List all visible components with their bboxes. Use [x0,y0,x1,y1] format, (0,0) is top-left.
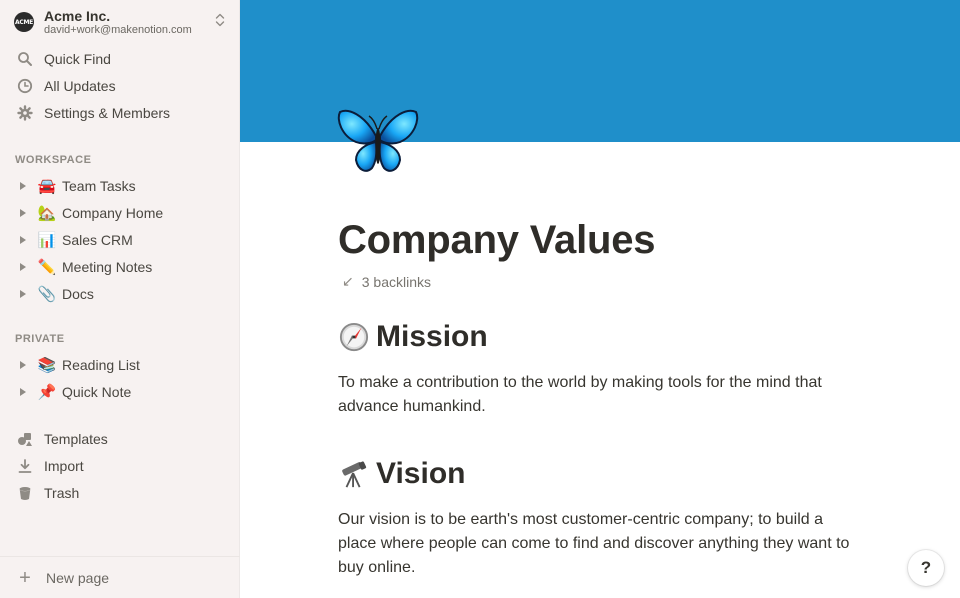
sidebar-page-quick-note[interactable]: 📌 Quick Note [0,378,240,405]
bar-chart-icon: 📊 [37,230,57,249]
sidebar-page-label: Quick Note [62,383,132,400]
nav-quick-find-label: Quick Find [44,50,111,67]
page-title[interactable]: Company Values [338,218,656,263]
nav-templates-label: Templates [44,430,108,447]
backlinks-label: 3 backlinks [361,273,431,290]
sidebar-page-sales-crm[interactable]: 📊 Sales CRM [0,226,240,253]
sidebar-page-label: Reading List [62,356,140,373]
sidebar-page-label: Meeting Notes [62,258,153,275]
clock-icon [16,77,34,95]
sidebar-page-company-home[interactable]: 🏡 Company Home [0,199,240,226]
vision-heading[interactable]: Vision [338,457,465,491]
car-icon: 🚘 [37,176,57,195]
toggle-arrow-icon[interactable] [20,208,26,217]
vision-text[interactable]: Our vision is to be earth's most custome… [338,508,858,580]
nav-settings-label: Settings & Members [44,104,171,121]
sidebar-page-docs[interactable]: 📎 Docs [0,280,240,307]
sidebar-page-reading-list[interactable]: 📚 Reading List [0,351,240,378]
toggle-arrow-icon[interactable] [20,360,26,369]
backlinks-button[interactable]: ↙ 3 backlinks [342,273,431,290]
nav-import[interactable]: Import [0,452,240,479]
workspace-email: david+work@makenotion.com [44,23,192,36]
toggle-arrow-icon[interactable] [20,181,26,190]
nav-trash[interactable]: Trash [0,479,240,506]
pushpin-icon: 📌 [37,382,57,401]
sidebar-page-meeting-notes[interactable]: ✏️ Meeting Notes [0,253,240,280]
sidebar: ACME Acme Inc. david+work@makenotion.com… [0,0,240,598]
search-icon [16,50,34,68]
nav-import-label: Import [44,457,84,474]
new-page-label: New page [46,569,110,586]
house-icon: 🏡 [37,203,57,222]
pencil-icon: ✏️ [37,257,57,276]
sidebar-page-label: Sales CRM [62,231,133,248]
sidebar-page-team-tasks[interactable]: 🚘 Team Tasks [0,172,240,199]
workspace-logo: ACME [14,12,34,32]
sidebar-page-label: Team Tasks [62,177,136,194]
butterfly-icon[interactable] [336,106,420,180]
new-page-button[interactable]: + New page [0,556,240,598]
mission-heading-text: Mission [376,320,488,353]
download-icon [16,457,34,475]
trash-icon [16,484,34,502]
telescope-icon [338,458,370,490]
toggle-arrow-icon[interactable] [20,289,26,298]
nav-all-updates[interactable]: All Updates [0,72,240,99]
nav-all-updates-label: All Updates [44,77,116,94]
toggle-arrow-icon[interactable] [20,235,26,244]
help-button[interactable]: ? [908,550,944,586]
plus-icon: + [19,566,31,589]
compass-icon [338,321,370,353]
private-section-label: PRIVATE [15,333,65,345]
nav-quick-find[interactable]: Quick Find [0,45,240,72]
chevron-up-down-icon [215,13,225,27]
nav-settings[interactable]: Settings & Members [0,99,240,126]
mission-text[interactable]: To make a contribution to the world by m… [338,371,858,419]
workspace-section-label: WORKSPACE [15,154,92,166]
toggle-arrow-icon[interactable] [20,262,26,271]
templates-icon [16,430,34,448]
mission-heading[interactable]: Mission [338,320,488,354]
page-content: Company Values ↙ 3 backlinks Mission To … [240,0,960,598]
books-icon: 📚 [37,355,57,374]
toggle-arrow-icon[interactable] [20,387,26,396]
workspace-name: Acme Inc. [44,7,111,24]
workspace-info: Acme Inc. david+work@makenotion.com [44,8,192,37]
nav-trash-label: Trash [44,484,80,501]
sidebar-page-label: Docs [62,285,94,302]
gear-icon [16,104,34,122]
nav-templates[interactable]: Templates [0,425,240,452]
vision-heading-text: Vision [376,457,466,490]
sidebar-page-label: Company Home [62,204,164,221]
paperclip-icon: 📎 [37,284,57,303]
arrow-down-left-icon: ↙ [342,273,354,289]
workspace-switcher[interactable]: ACME Acme Inc. david+work@makenotion.com [0,0,240,44]
